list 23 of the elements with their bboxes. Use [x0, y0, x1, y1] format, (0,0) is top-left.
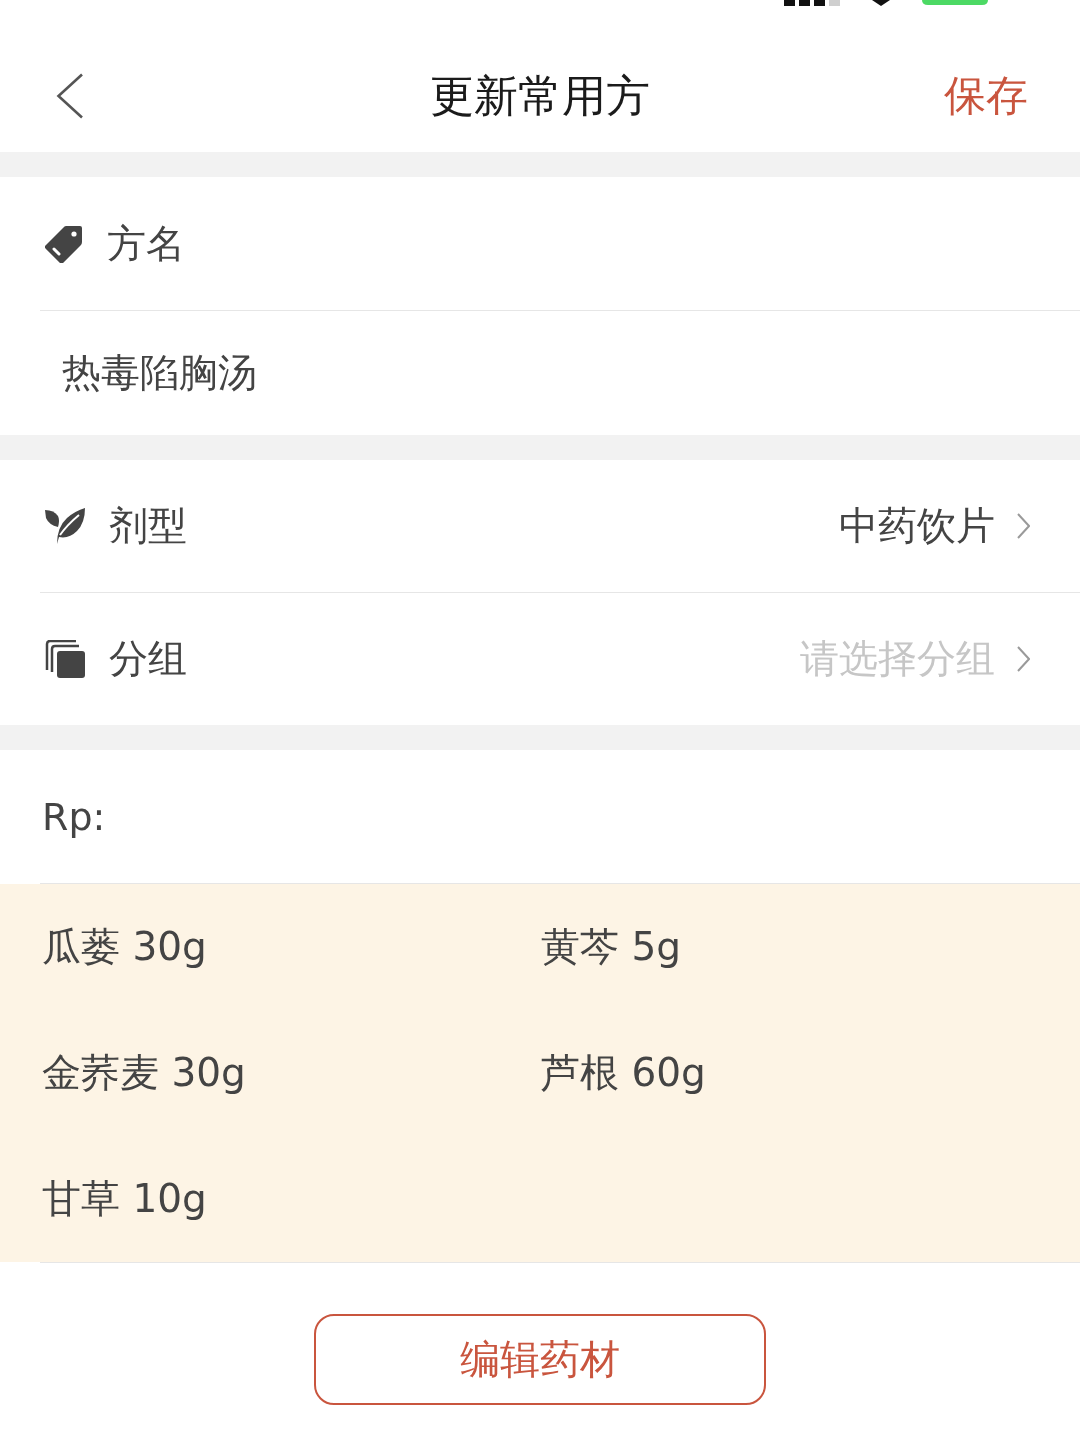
- layers-icon: [45, 640, 85, 678]
- name-input-field[interactable]: 热毒陷胸汤: [0, 311, 1080, 435]
- back-icon: [56, 73, 84, 119]
- save-button[interactable]: 保存: [944, 68, 1028, 124]
- rp-label: Rp:: [42, 794, 106, 839]
- tag-icon: [45, 224, 83, 263]
- field-label: 剂型: [109, 502, 187, 550]
- edit-herbs-button[interactable]: 编辑药材: [314, 1314, 766, 1405]
- leaf-icon: [45, 507, 85, 545]
- herb-dose-text: 黄芩 5g: [541, 923, 681, 971]
- wifi-icon: [872, 0, 890, 6]
- chevron-right-icon: [1017, 646, 1030, 672]
- herb-dose-text: 甘草 10g: [42, 1175, 207, 1223]
- herb-dose-text: 金荞麦 30g: [42, 1049, 246, 1097]
- field-label: 方名: [107, 219, 185, 268]
- select-value[interactable]: 中药饮片: [839, 499, 1030, 553]
- signal-icon: [784, 0, 840, 6]
- field-label: 分组: [109, 635, 187, 683]
- herb-dose-text: 芦根 60g: [541, 1049, 706, 1097]
- chevron-right-icon: [1017, 513, 1030, 539]
- battery-icon: [922, 0, 988, 5]
- page-title: 更新常用方: [430, 68, 650, 123]
- herb-dose-text: 瓜蒌 30g: [42, 923, 207, 971]
